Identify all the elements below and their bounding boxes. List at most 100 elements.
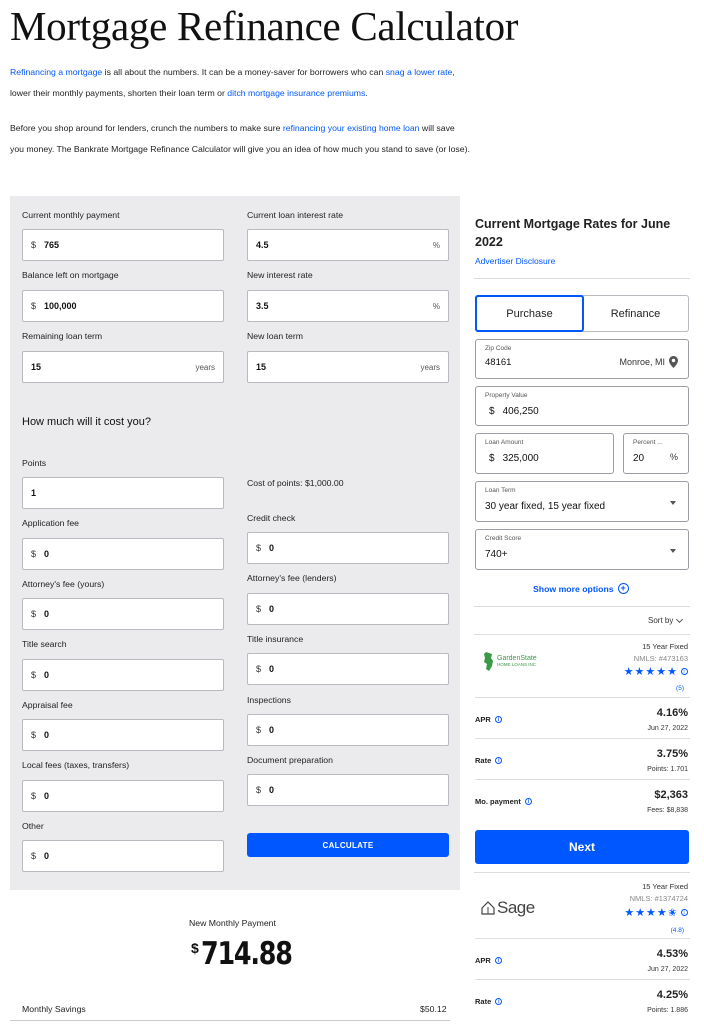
application-fee-label: Application fee	[22, 518, 79, 528]
credit-check-label: Credit check	[247, 513, 296, 523]
star-rating[interactable]: ★★★★✬ i	[624, 906, 688, 919]
dropdown-caret-icon	[670, 549, 676, 553]
new-term-input[interactable]: 15 years	[247, 351, 449, 383]
refinancing-link[interactable]: Refinancing a mortgage	[10, 67, 102, 77]
property-value-field[interactable]: Property Value $406,250	[475, 386, 689, 426]
other-label: Other	[22, 821, 44, 831]
monthly-payment-row: Mo. payment i $2,363 Fees: $8,838	[475, 779, 690, 820]
loan-amount-field[interactable]: Loan Amount $325,000	[475, 433, 614, 474]
rate-type-tabs: Purchase Refinance	[475, 295, 689, 332]
new-payment-value: $ 714.88	[191, 936, 293, 972]
other-input[interactable]: $0	[22, 840, 224, 872]
star-rating[interactable]: ★★★★★ i	[624, 665, 688, 678]
monthly-savings-value: $50.12	[420, 1004, 447, 1014]
zip-location: Monroe, MI	[619, 357, 665, 367]
zip-code-field[interactable]: Zip Code 48161 Monroe, MI	[475, 339, 689, 379]
page-title: Mortgage Refinance Calculator	[10, 3, 519, 49]
appraisal-fee-input[interactable]: $0	[22, 719, 224, 751]
local-fees-label: Local fees (taxes, transfers)	[22, 760, 130, 770]
info-icon[interactable]: i	[495, 998, 503, 1005]
apr-row: APR i 4.53% Jun 27, 2022	[475, 938, 690, 979]
remaining-term-label: Remaining loan term	[22, 331, 103, 341]
credit-score-select[interactable]: Credit Score 740+	[475, 529, 689, 570]
credit-check-input[interactable]: $0	[247, 532, 449, 564]
location-pin-icon	[669, 356, 678, 368]
attorney-lenders-label: Attorney's fee (lenders)	[247, 573, 337, 583]
title-insurance-input[interactable]: $0	[247, 653, 449, 685]
tab-purchase[interactable]: Purchase	[475, 295, 584, 332]
review-count[interactable]: (4.8)	[671, 927, 684, 934]
application-fee-input[interactable]: $0	[22, 538, 224, 570]
rate-row: Rate i 3.75% Points: 1.701	[475, 738, 690, 779]
cost-heading: How much will it cost you?	[22, 416, 151, 428]
document-prep-label: Document preparation	[247, 755, 333, 765]
divider	[474, 606, 690, 607]
ditch-insurance-link[interactable]: ditch mortgage insurance premiums	[227, 88, 365, 98]
intro-paragraph-2: Before you shop around for lenders, crun…	[10, 123, 470, 154]
info-icon[interactable]: i	[681, 668, 688, 675]
refinance-calculator-panel: Current monthly payment $765 Current loa…	[10, 196, 460, 890]
attorney-yours-label: Attorney's fee (yours)	[22, 579, 105, 589]
title-search-input[interactable]: $0	[22, 659, 224, 691]
monthly-savings-label: Monthly Savings	[22, 1004, 86, 1014]
title-search-label: Title search	[22, 639, 67, 649]
current-rate-input[interactable]: 4.5%	[247, 229, 449, 261]
current-payment-input[interactable]: $765	[22, 229, 224, 261]
sage-logo: Sage	[481, 898, 535, 918]
points-label: Points	[22, 458, 47, 468]
tab-refinance[interactable]: Refinance	[583, 296, 688, 331]
info-icon[interactable]: i	[494, 957, 502, 964]
attorney-yours-input[interactable]: $0	[22, 598, 224, 630]
info-icon[interactable]: i	[495, 757, 503, 764]
divider	[10, 1020, 450, 1021]
document-prep-input[interactable]: $0	[247, 774, 449, 806]
inspections-input[interactable]: $0	[247, 714, 449, 746]
next-button[interactable]: Next	[475, 830, 689, 864]
refinancing-existing-loan-link[interactable]: refinancing your existing home loan	[283, 123, 420, 133]
balance-input[interactable]: $100,000	[22, 290, 224, 322]
advertiser-disclosure-link[interactable]: Advertiser Disclosure	[475, 256, 555, 266]
title-insurance-label: Title insurance	[247, 634, 304, 644]
calculate-button[interactable]: CALCULATE	[247, 833, 449, 857]
plus-circle-icon: +	[617, 583, 629, 594]
loan-type: 15 Year Fixed	[642, 642, 688, 651]
snag-lower-rate-link[interactable]: snag a lower rate	[386, 67, 453, 77]
nmls-number: NMLS: #473163	[633, 654, 688, 663]
attorney-lenders-input[interactable]: $0	[247, 593, 449, 625]
review-count[interactable]: (5)	[676, 685, 684, 692]
chevron-down-icon	[676, 615, 684, 623]
nmls-number: NMLS: #1374724	[629, 894, 688, 903]
down-payment-percent-field[interactable]: Percent ... 20 %	[623, 433, 689, 474]
dropdown-caret-icon	[670, 501, 676, 505]
current-rate-label: Current loan interest rate	[247, 210, 344, 220]
balance-label: Balance left on mortgage	[22, 270, 119, 280]
remaining-term-input[interactable]: 15 years	[22, 351, 224, 383]
appraisal-fee-label: Appraisal fee	[22, 700, 73, 710]
current-payment-label: Current monthly payment	[22, 210, 120, 220]
info-icon[interactable]: i	[494, 716, 502, 723]
rates-panel-title: Current Mortgage Rates for June 2022	[475, 217, 671, 249]
divider	[474, 634, 690, 635]
divider	[474, 872, 690, 873]
points-input[interactable]: 1	[22, 477, 224, 509]
local-fees-input[interactable]: $0	[22, 780, 224, 812]
info-icon[interactable]: i	[524, 798, 532, 805]
new-term-label: New loan term	[247, 331, 304, 341]
info-icon[interactable]: i	[681, 909, 688, 916]
inspections-label: Inspections	[247, 695, 291, 705]
loan-term-select[interactable]: Loan Term 30 year fixed, 15 year fixed	[475, 481, 689, 522]
new-jersey-map-icon	[484, 652, 493, 671]
new-rate-label: New interest rate	[247, 270, 313, 280]
apr-row: APR i 4.16% Jun 27, 2022	[475, 697, 690, 738]
show-more-options-button[interactable]: Show more options +	[533, 583, 629, 594]
new-rate-input[interactable]: 3.5%	[247, 290, 449, 322]
cost-of-points-text: Cost of points: $1,000.00	[247, 478, 344, 488]
sort-by-dropdown[interactable]: Sort by	[648, 615, 684, 625]
divider	[474, 278, 690, 279]
rate-row: Rate i 4.25% Points: 1.886	[475, 979, 690, 1020]
gardenstate-logo: GardenState HOME LOANS INC	[483, 652, 537, 672]
loan-type: 15 Year Fixed	[642, 882, 688, 891]
house-icon	[481, 901, 495, 915]
new-payment-label: New Monthly Payment	[189, 918, 276, 928]
intro-paragraph-1: Refinancing a mortgage is all about the …	[10, 67, 455, 98]
